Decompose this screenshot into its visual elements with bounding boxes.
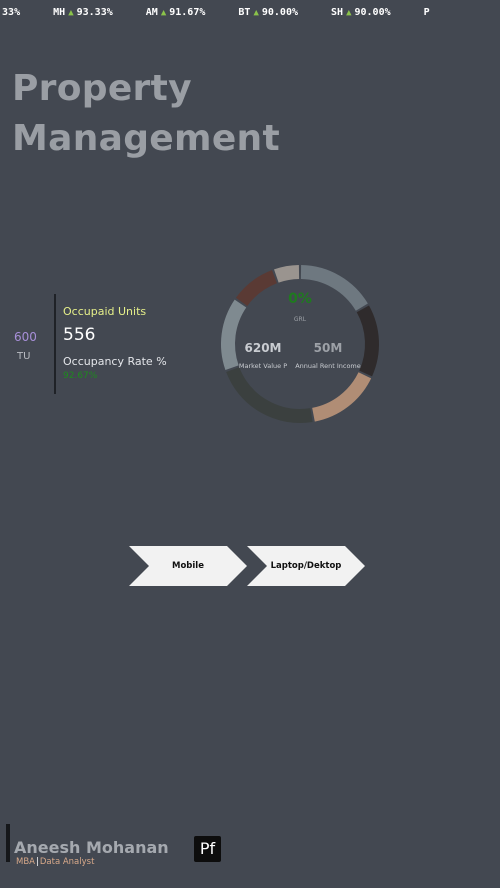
page-title: Property Management [12,64,280,164]
author-title: Data Analyst [39,857,95,867]
kpi-divider [54,294,56,394]
donut-segment [311,372,372,422]
grl-label: GRL [293,316,307,323]
laptop-view-button[interactable]: Laptop/Dektop [247,546,365,586]
mobile-view-label: Mobile [172,561,204,571]
annual-rent-value: 50M [313,341,343,355]
total-units-label: TU [17,351,31,362]
up-arrow-icon: ▲ [253,8,259,18]
up-arrow-icon: ▲ [346,8,352,18]
footer-accent-bar [6,824,10,862]
ticker-item: BT ▲ 90.00% [238,7,298,18]
ticker-item: SH ▲ 90.00% [331,7,391,18]
page-title-line-2: Management [12,118,280,159]
author-role: MBA|Data Analyst [16,857,94,867]
market-value-value: 620M [244,341,282,355]
ticker-item: P [423,7,430,18]
donut-segment [221,299,247,370]
up-arrow-icon: ▲ [160,8,167,18]
annual-rent-label: Annual Rent Income [295,362,361,370]
market-value-label: Market Value P [238,362,288,370]
up-arrow-icon: ▲ [68,8,74,18]
kpi-ticker: 3.33% MH▲93.33% AM▲91.67% BT▲90.00% SH▲9… [0,0,500,26]
occupied-units-label: Occupaid Units [63,305,147,318]
page-title-line-1: Property [12,68,192,109]
ticker-item: MH ▲ 93.33% [53,7,113,18]
ticker-item: 3.33% [0,7,21,18]
laptop-view-label: Laptop/Dektop [270,561,342,571]
author-name: Aneesh Mohanan [14,838,169,857]
grl-value: 0% [288,291,312,307]
portfolio-logo[interactable]: Pf [194,836,221,862]
occupancy-rate-value: 92.67% [63,371,98,381]
occupied-units-value: 556 [63,325,96,345]
donut-segment [274,265,300,283]
total-units-value: 600 [14,330,37,344]
mobile-view-button[interactable]: Mobile [129,546,247,586]
ticker-item: AM ▲ 91.67% [145,7,206,18]
role-separator: | [35,857,39,867]
author-degree: MBA [16,857,35,867]
occupancy-rate-label: Occupancy Rate % [63,355,167,368]
donut-segment [226,366,313,423]
ticker-track: 3.33% MH▲93.33% AM▲91.67% BT▲90.00% SH▲9… [0,7,457,18]
